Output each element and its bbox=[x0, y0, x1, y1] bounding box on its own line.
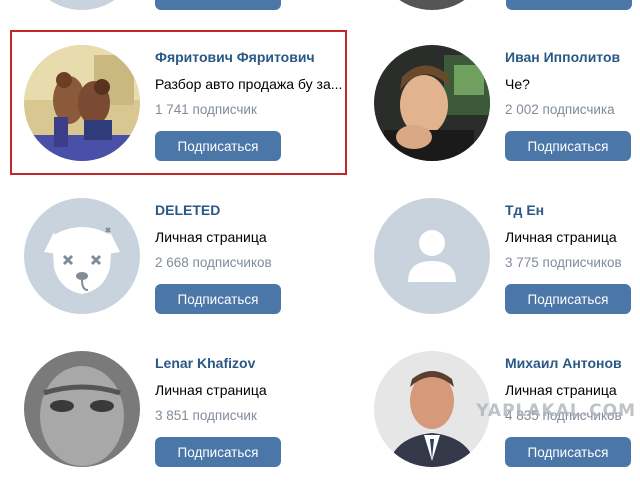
default-user-icon bbox=[374, 198, 490, 314]
avatar[interactable] bbox=[24, 351, 140, 467]
subscribe-button[interactable]: Подписаться bbox=[505, 284, 631, 314]
user-card: DELETED Личная страница 2 668 подписчико… bbox=[12, 198, 312, 348]
cut-off-avatar-left bbox=[24, 0, 140, 10]
user-name[interactable]: Михаил Антонов bbox=[505, 355, 622, 371]
highlight-box bbox=[10, 30, 347, 175]
cut-off-button-left[interactable] bbox=[155, 0, 281, 10]
subscriber-count: 3 851 подписчик bbox=[155, 408, 257, 423]
user-card: Иван Ипполитов Че? 2 002 подписчика Подп… bbox=[362, 45, 640, 195]
user-card: Тд Ен Личная страница 3 775 подписчиков … bbox=[362, 198, 640, 348]
young-man-photo bbox=[374, 45, 490, 161]
avatar[interactable] bbox=[374, 351, 490, 467]
user-status: Че? bbox=[505, 76, 530, 92]
man-suit-photo bbox=[374, 351, 490, 467]
subscribe-button[interactable]: Подписаться bbox=[155, 284, 281, 314]
user-name[interactable]: Lenar Khafizov bbox=[155, 355, 255, 371]
user-name[interactable]: Иван Ипполитов bbox=[505, 49, 620, 65]
subscriber-count: 2 002 подписчика bbox=[505, 102, 615, 117]
user-status: Личная страница bbox=[505, 382, 617, 398]
watermark-logo: YAPLAKAL.COM bbox=[476, 401, 636, 421]
avatar[interactable] bbox=[374, 45, 490, 161]
user-status: Личная страница bbox=[155, 382, 267, 398]
user-name[interactable]: DELETED bbox=[155, 202, 220, 218]
subscribe-button[interactable]: Подписаться bbox=[505, 437, 631, 467]
subscribe-button[interactable]: Подписаться bbox=[505, 131, 631, 161]
cut-off-button-right[interactable] bbox=[506, 0, 632, 10]
grey-face-photo bbox=[24, 351, 140, 467]
avatar[interactable] bbox=[24, 198, 140, 314]
user-status: Личная страница bbox=[155, 229, 267, 245]
cut-off-avatar-right bbox=[374, 0, 490, 10]
user-name[interactable]: Тд Ен bbox=[505, 202, 544, 218]
deleted-dog-icon bbox=[24, 198, 140, 314]
user-card: Lenar Khafizov Личная страница 3 851 под… bbox=[12, 351, 312, 501]
user-status: Личная страница bbox=[505, 229, 617, 245]
user-card: Михаил Антонов Личная страница 4 835 под… bbox=[362, 351, 640, 501]
subscriber-count: 3 775 подписчиков bbox=[505, 255, 622, 270]
subscriber-count: 2 668 подписчиков bbox=[155, 255, 272, 270]
avatar[interactable] bbox=[374, 198, 490, 314]
subscribe-button[interactable]: Подписаться bbox=[155, 437, 281, 467]
